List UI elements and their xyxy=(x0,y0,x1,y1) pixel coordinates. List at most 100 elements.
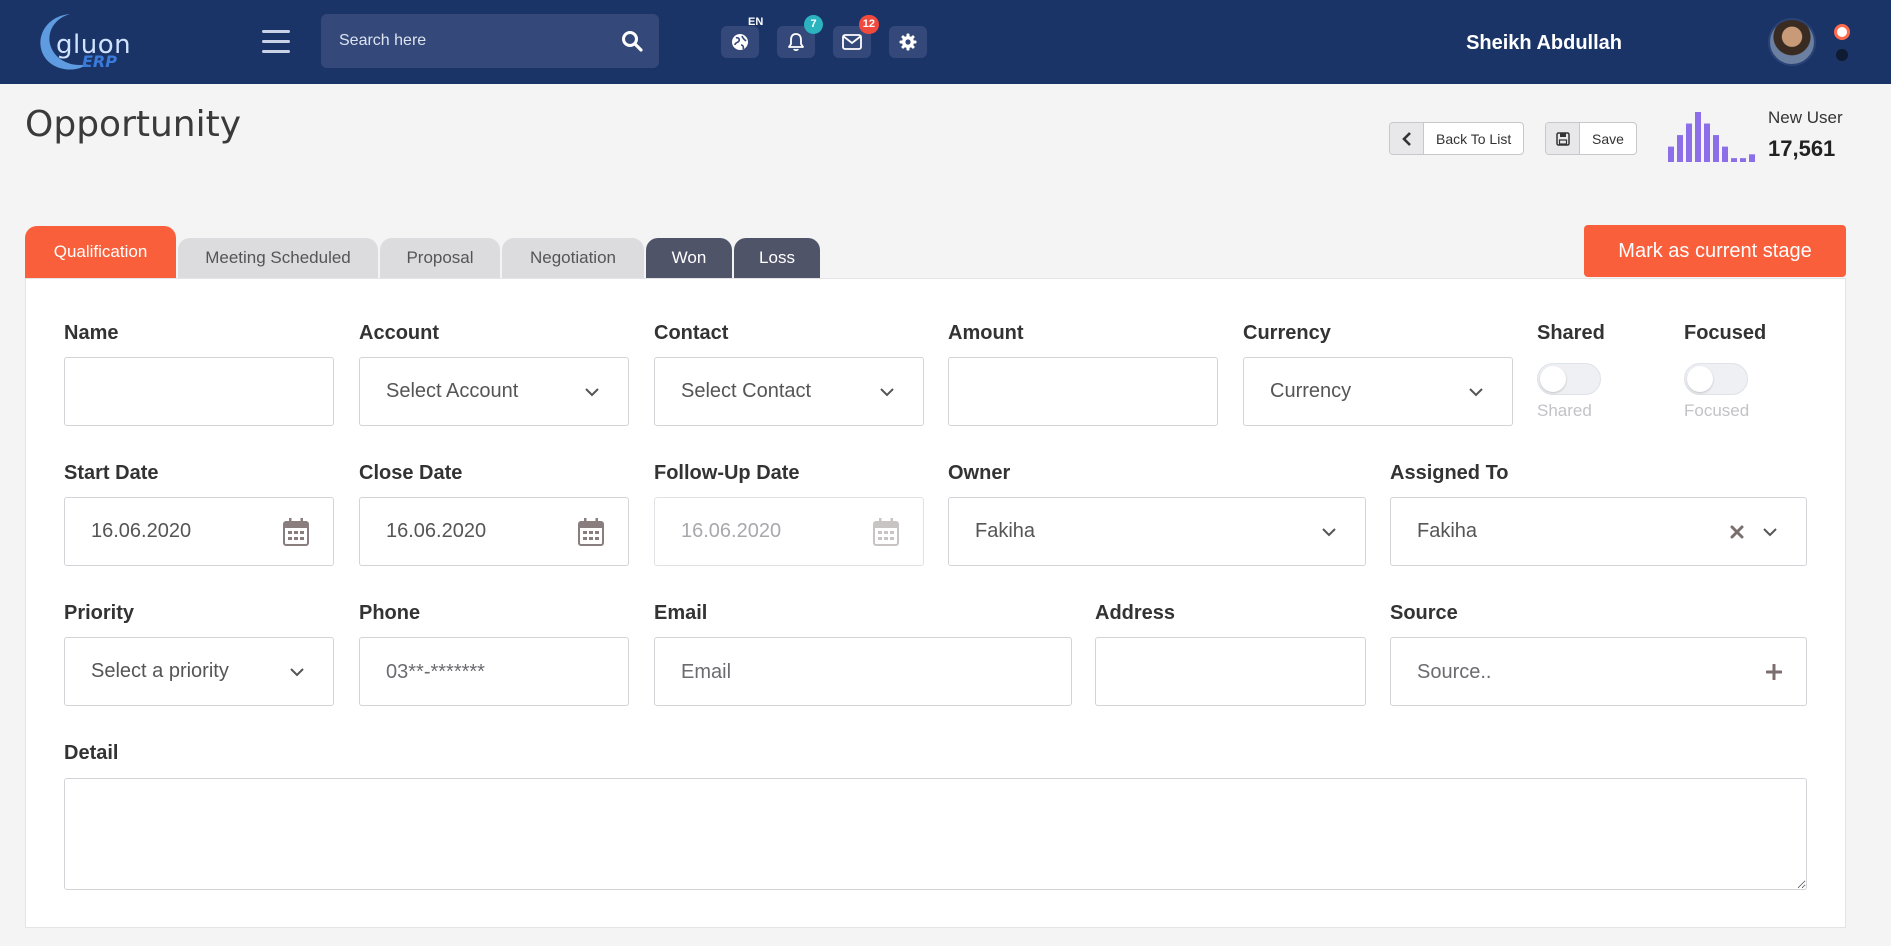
priority-select[interactable]: Select a priority xyxy=(64,637,334,706)
search-icon[interactable] xyxy=(621,30,643,52)
tab-loss[interactable]: Loss xyxy=(734,238,820,278)
email-input[interactable] xyxy=(681,657,1057,687)
assigned-to-label: Assigned To xyxy=(1390,462,1509,484)
sparkline-bar xyxy=(1677,135,1683,162)
save-button[interactable]: Save xyxy=(1545,122,1637,155)
phone-label: Phone xyxy=(359,602,421,624)
email-label: Email xyxy=(654,602,708,624)
notifications-count-badge: 7 xyxy=(804,15,823,34)
name-field xyxy=(64,357,334,426)
currency-placeholder: Currency xyxy=(1270,380,1352,402)
close-date-label: Close Date xyxy=(359,462,463,484)
save-disk-icon xyxy=(1546,123,1580,154)
amount-label: Amount xyxy=(948,322,1024,344)
shared-toggle-label: Shared xyxy=(1537,401,1592,420)
shared-toggle[interactable] xyxy=(1537,363,1601,395)
owner-label: Owner xyxy=(948,462,1011,484)
owner-value: Fakiha xyxy=(975,520,1036,542)
currency-select[interactable]: Currency xyxy=(1243,357,1513,426)
source-label: Source xyxy=(1390,602,1458,624)
messages-button[interactable]: 12 xyxy=(833,15,879,58)
stat-label: New User xyxy=(1768,108,1843,127)
close-date-field[interactable]: 16.06.2020 xyxy=(359,497,629,566)
sparkline-bar xyxy=(1686,123,1692,162)
sparkline-bar xyxy=(1668,146,1674,162)
back-to-list-label: Back To List xyxy=(1436,130,1512,147)
page-title: Opportunity xyxy=(25,104,242,145)
calendar-icon[interactable] xyxy=(578,518,604,546)
new-user-sparkline xyxy=(1668,112,1755,162)
focused-label: Focused xyxy=(1684,322,1767,344)
search-input[interactable] xyxy=(339,29,599,53)
chevron-down-icon xyxy=(880,388,894,397)
address-field xyxy=(1095,637,1366,706)
name-input[interactable] xyxy=(91,377,319,407)
address-label: Address xyxy=(1095,602,1176,624)
app-logo[interactable]: gluon ERP xyxy=(30,8,131,76)
clear-icon[interactable] xyxy=(1730,525,1744,539)
chevron-down-icon xyxy=(290,668,304,677)
currency-label: Currency xyxy=(1243,322,1331,344)
contact-select[interactable]: Select Contact xyxy=(654,357,924,426)
priority-placeholder: Select a priority xyxy=(91,660,229,682)
start-date-field[interactable]: 16.06.2020 xyxy=(64,497,334,566)
address-input[interactable] xyxy=(1122,657,1351,687)
envelope-icon xyxy=(842,34,862,50)
globe-icon xyxy=(732,34,748,50)
user-name[interactable]: Sheikh Abdullah xyxy=(1466,32,1622,55)
owner-select[interactable]: Fakiha xyxy=(948,497,1366,566)
tab-qualification[interactable]: Qualification xyxy=(25,226,176,278)
tab-meeting-scheduled[interactable]: Meeting Scheduled xyxy=(178,238,378,278)
tab-negotiation[interactable]: Negotiation xyxy=(502,238,644,278)
source-input[interactable] xyxy=(1417,657,1792,687)
calendar-icon[interactable] xyxy=(283,518,309,546)
source-field xyxy=(1390,637,1807,706)
amount-input[interactable] xyxy=(975,377,1203,407)
stat-value: 17,561 xyxy=(1768,136,1836,161)
account-select[interactable]: Select Account xyxy=(359,357,629,426)
followup-date-label: Follow-Up Date xyxy=(654,462,800,484)
contact-placeholder: Select Contact xyxy=(681,380,812,402)
priority-label: Priority xyxy=(64,602,135,624)
email-field xyxy=(654,637,1072,706)
messages-count-badge: 12 xyxy=(858,15,879,34)
chevron-down-icon xyxy=(1322,528,1336,537)
sparkline-bar xyxy=(1695,112,1701,162)
mark-current-stage-button[interactable]: Mark as current stage xyxy=(1584,225,1846,277)
start-date-value: 16.06.2020 xyxy=(91,520,192,542)
chevron-left-icon xyxy=(1390,123,1424,154)
user-avatar[interactable] xyxy=(1768,18,1816,66)
amount-field xyxy=(948,357,1218,426)
notifications-button[interactable]: 7 xyxy=(777,15,823,58)
language-button[interactable] xyxy=(721,26,759,58)
detail-label: Detail xyxy=(64,742,119,764)
plus-icon[interactable] xyxy=(1766,664,1782,680)
contact-label: Contact xyxy=(654,322,729,344)
top-bar: gluon ERP EN 7 12 xyxy=(0,0,1891,84)
close-date-value: 16.06.2020 xyxy=(386,520,487,542)
back-to-list-button[interactable]: Back To List xyxy=(1389,122,1525,155)
menu-toggle-icon[interactable] xyxy=(262,30,290,54)
tab-won[interactable]: Won xyxy=(646,238,732,278)
followup-date-field: 16.06.2020 xyxy=(654,497,924,566)
settings-button[interactable] xyxy=(889,26,927,58)
shared-label: Shared xyxy=(1537,322,1605,344)
sparkline-bar xyxy=(1731,158,1737,162)
sparkline-bar xyxy=(1749,154,1755,162)
name-label: Name xyxy=(64,322,119,344)
focused-toggle[interactable] xyxy=(1684,363,1748,395)
sparkline-bar xyxy=(1740,158,1746,162)
account-placeholder: Select Account xyxy=(386,380,519,402)
status-indicator xyxy=(1834,24,1850,40)
chevron-down-icon xyxy=(1763,528,1777,537)
phone-input[interactable] xyxy=(386,657,614,687)
chevron-down-icon xyxy=(1469,388,1483,397)
start-date-label: Start Date xyxy=(64,462,159,484)
assigned-to-select[interactable]: Fakiha xyxy=(1390,497,1807,566)
tab-proposal[interactable]: Proposal xyxy=(380,238,500,278)
logo-subtext: ERP xyxy=(82,52,117,71)
status-dot xyxy=(1836,49,1848,61)
detail-textarea[interactable] xyxy=(64,778,1807,890)
bell-icon xyxy=(788,33,804,52)
phone-field xyxy=(359,637,629,706)
